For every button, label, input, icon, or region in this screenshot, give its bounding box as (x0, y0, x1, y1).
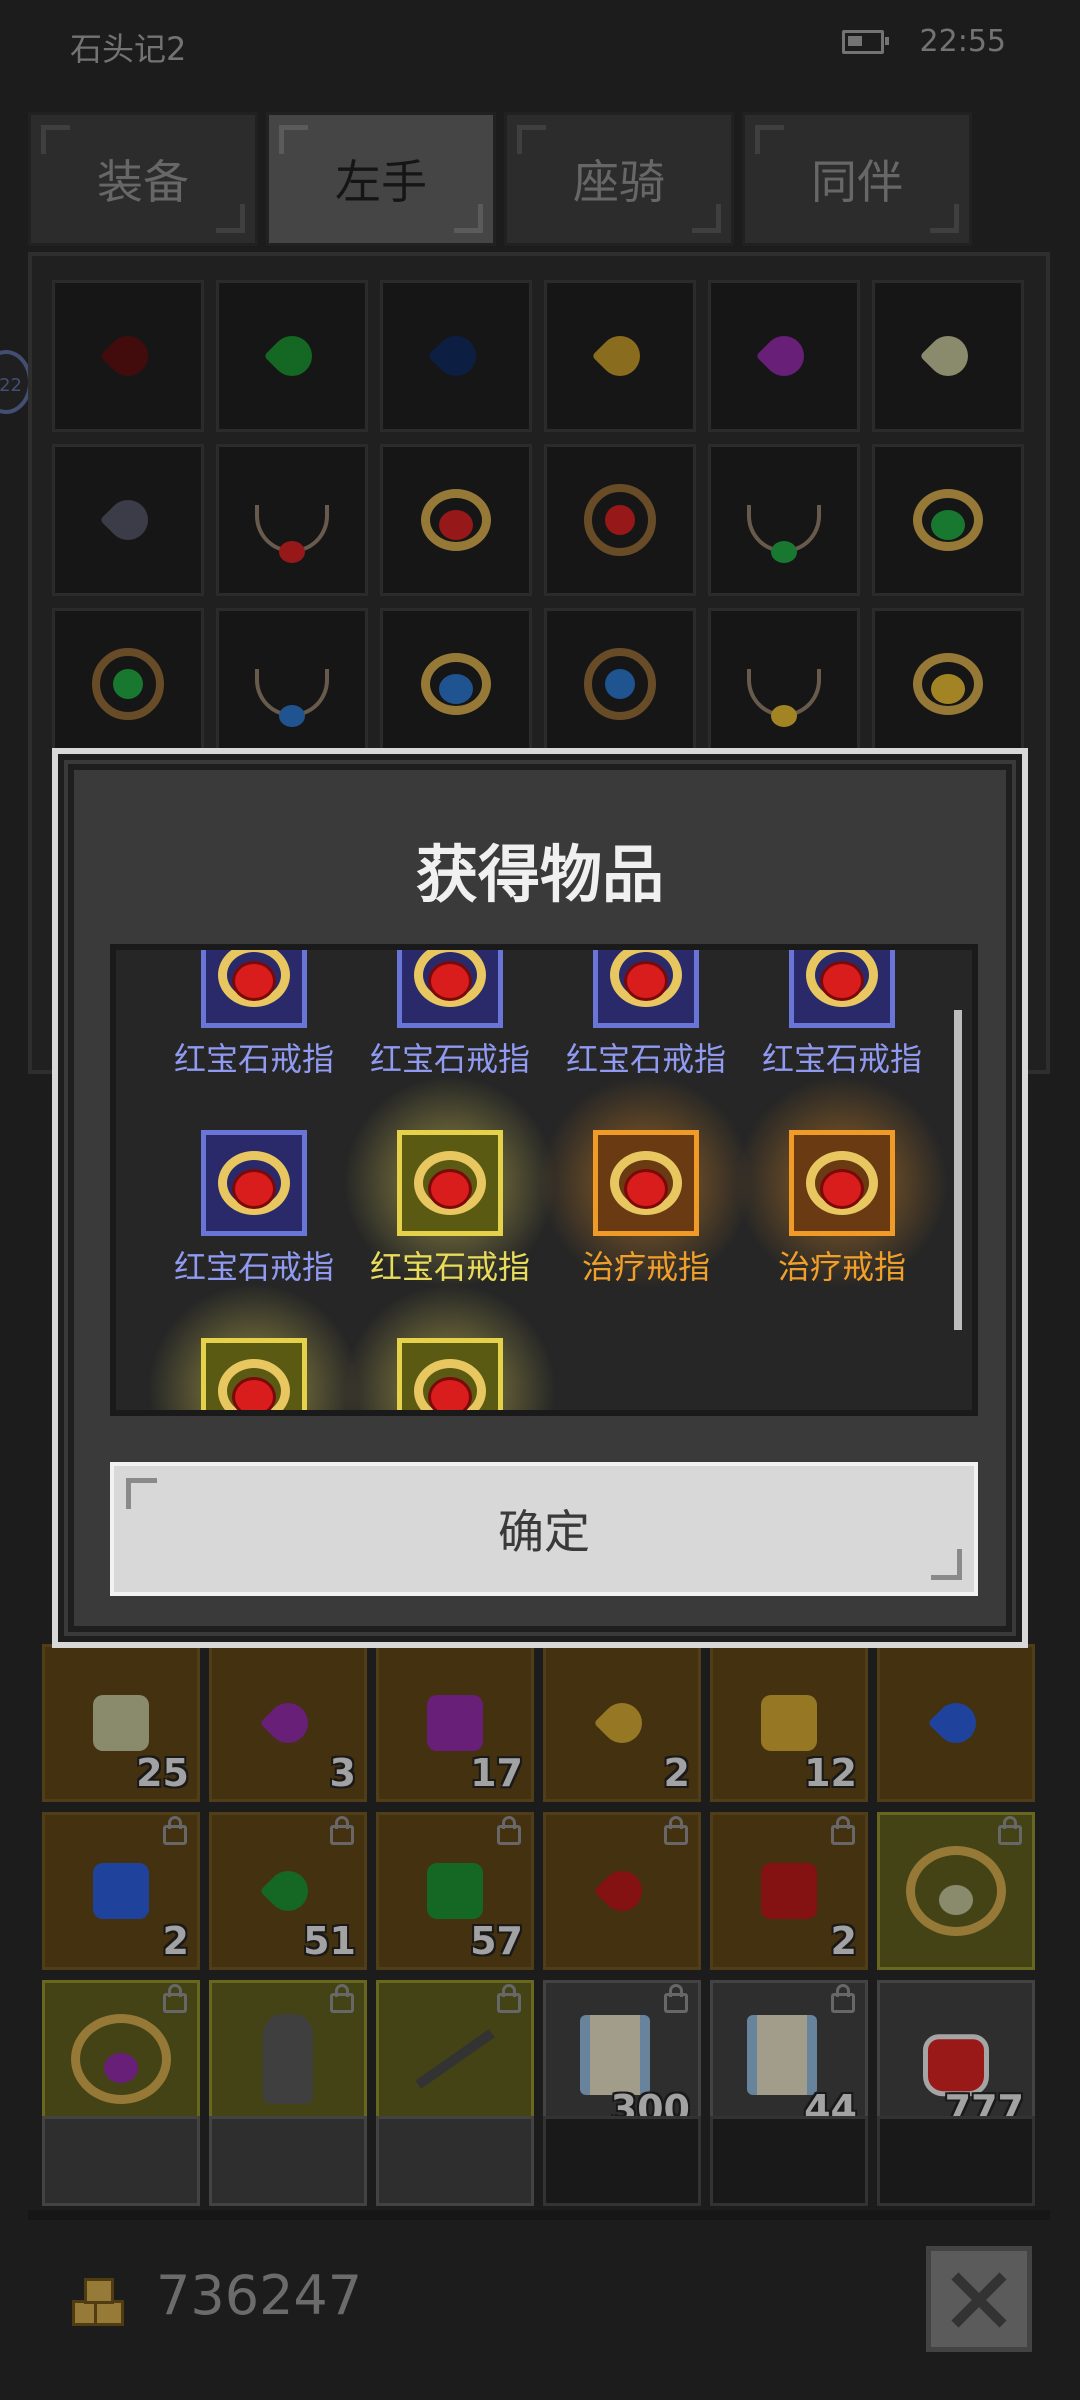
dialog-title: 获得物品 (415, 838, 664, 911)
confirm-label: 确定 (498, 1505, 590, 1559)
reward-items-list[interactable]: 红宝石戒指 红宝石戒指 红宝石戒指 红宝石戒指 红宝石戒指 红宝石戒指 治疗戒指 (110, 944, 978, 1416)
ring-icon (414, 1151, 486, 1215)
ring-icon (806, 950, 878, 1007)
ring-icon (806, 1151, 878, 1215)
ring-icon (610, 1151, 682, 1215)
reward-item-label: 治疗戒指 (777, 1248, 906, 1286)
reward-item[interactable]: 红宝石戒指 (156, 950, 352, 1104)
reward-item[interactable] (335, 1275, 565, 1410)
reward-dialog: 获得物品 红宝石戒指 红宝石戒指 红宝石戒指 红宝石戒指 红宝石戒指 红宝石戒指… (52, 748, 1028, 1648)
confirm-button[interactable]: 确定 (110, 1462, 978, 1596)
reward-item[interactable]: 治疗戒指 (727, 1067, 957, 1312)
ring-icon (414, 1359, 486, 1410)
ring-icon (218, 950, 290, 1007)
ring-icon (610, 950, 682, 1007)
ring-icon (218, 1151, 290, 1215)
reward-item[interactable]: 治疗戒指 (531, 1067, 761, 1312)
reward-item[interactable] (139, 1275, 369, 1410)
ring-icon (218, 1359, 290, 1410)
ring-icon (414, 950, 486, 1007)
